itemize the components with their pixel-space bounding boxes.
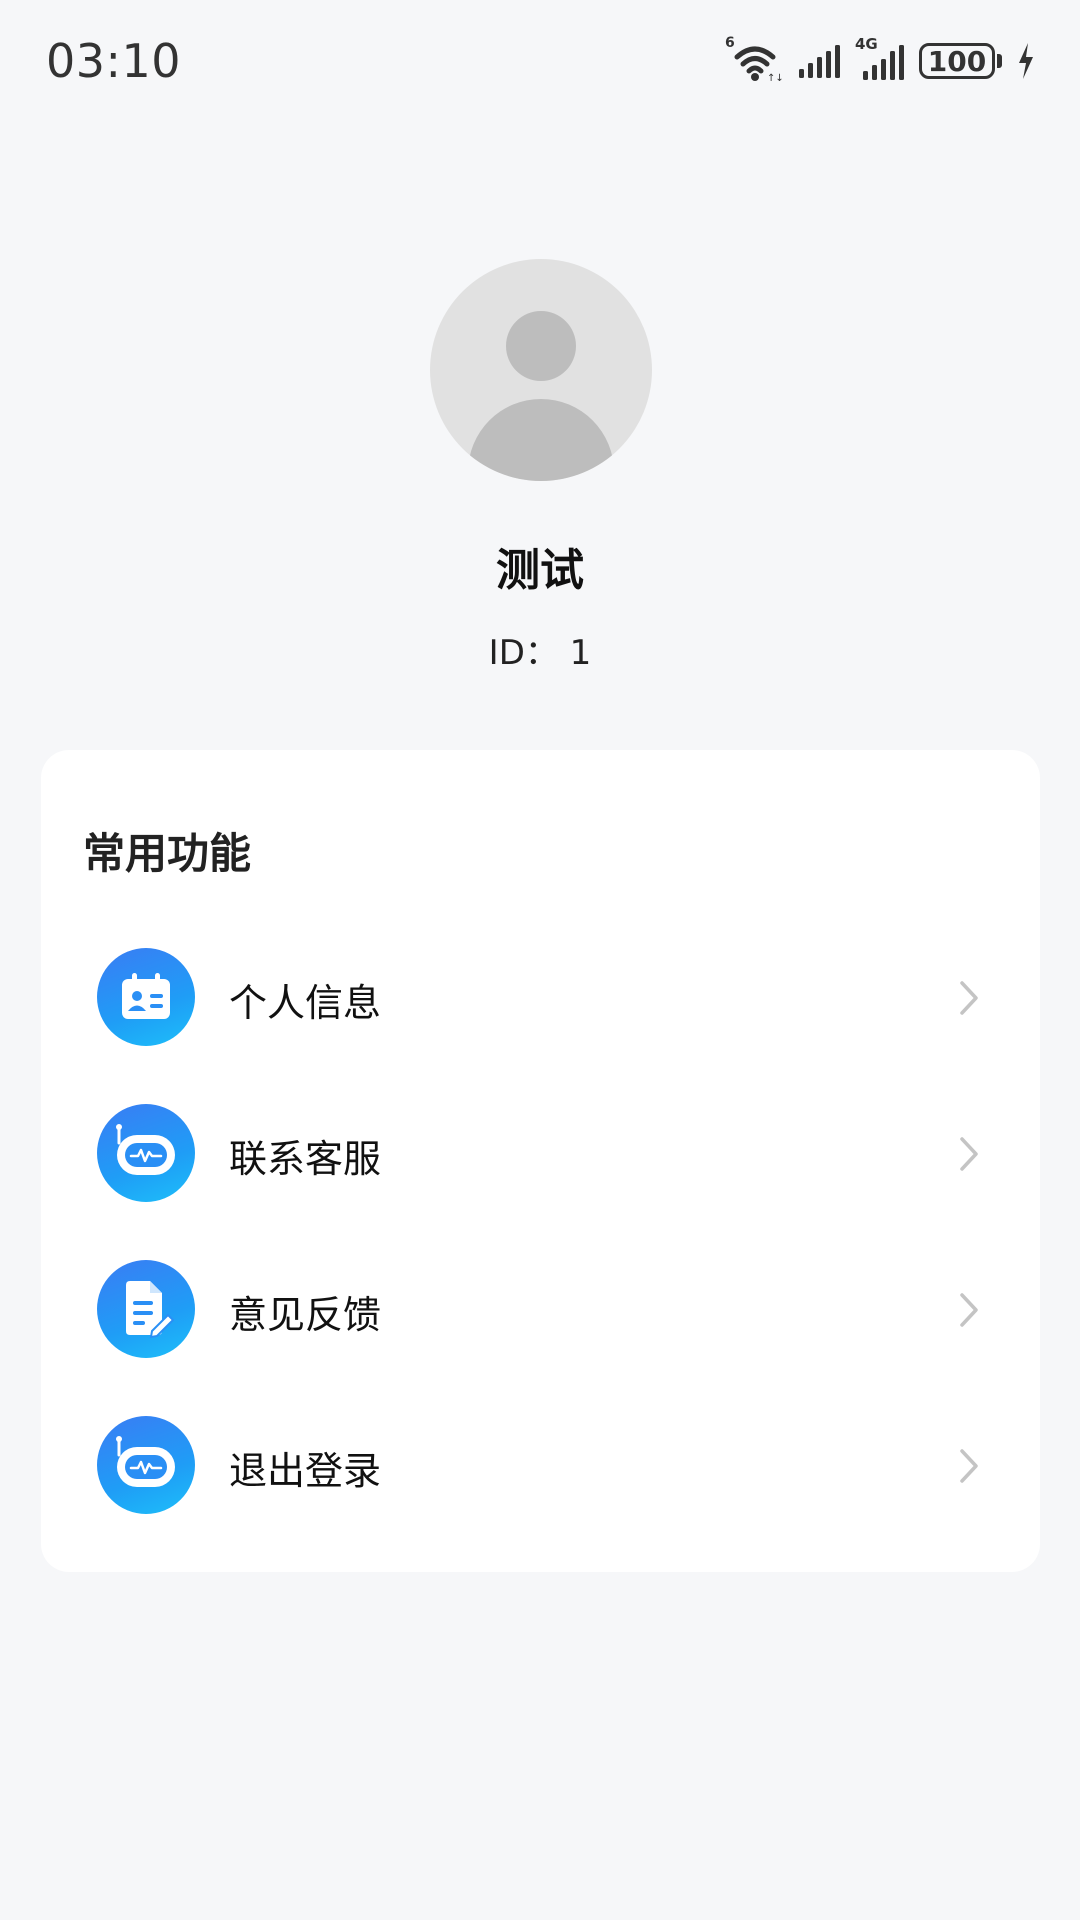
menu-item-feedback[interactable]: 意见反馈: [41, 1244, 1040, 1374]
status-icons: ↑↓ 6 4G 100: [725, 35, 1036, 86]
card-title: 常用功能: [83, 829, 252, 878]
menu-item-label: 意见反馈: [229, 1293, 382, 1337]
id-card-icon: [97, 948, 195, 1046]
charging-icon: [1016, 41, 1036, 81]
signal-icon: [797, 43, 841, 79]
chevron-right-icon: [958, 1291, 980, 1333]
common-functions-card: 常用功能 个人信息 联系客服 意见反馈 退出登录: [41, 750, 1040, 1572]
robot-icon: [97, 1416, 195, 1514]
battery-cap: [997, 54, 1002, 68]
chevron-right-icon: [958, 1447, 980, 1489]
network-label: 4G: [855, 35, 878, 53]
document-edit-icon: [97, 1260, 195, 1358]
battery-level: 100: [919, 43, 995, 79]
user-name: 测试: [496, 545, 584, 596]
battery-indicator: 100: [919, 43, 1002, 79]
menu-item-contact-support[interactable]: 联系客服: [41, 1088, 1040, 1218]
menu-item-label: 联系客服: [229, 1137, 382, 1181]
chevron-right-icon: [958, 1135, 980, 1177]
avatar-placeholder-head: [506, 311, 576, 381]
wifi-icon: ↑↓ 6: [725, 35, 783, 83]
avatar[interactable]: [430, 259, 652, 481]
status-bar: 03:10 ↑↓ 6 4G 100: [0, 0, 1080, 120]
svg-text:↑↓: ↑↓: [767, 73, 783, 83]
signal-4g-icon: 4G: [855, 35, 905, 81]
wifi-badge: 6: [725, 35, 735, 51]
menu-item-logout[interactable]: 退出登录: [41, 1400, 1040, 1530]
menu-item-label: 退出登录: [229, 1449, 382, 1493]
status-time: 03:10: [46, 34, 182, 88]
avatar-placeholder-body: [468, 399, 614, 481]
chevron-right-icon: [958, 979, 980, 1021]
user-id: ID： 1: [488, 633, 592, 673]
menu-item-label: 个人信息: [229, 981, 382, 1025]
menu-item-personal-info[interactable]: 个人信息: [41, 932, 1040, 1062]
robot-icon: [97, 1104, 195, 1202]
